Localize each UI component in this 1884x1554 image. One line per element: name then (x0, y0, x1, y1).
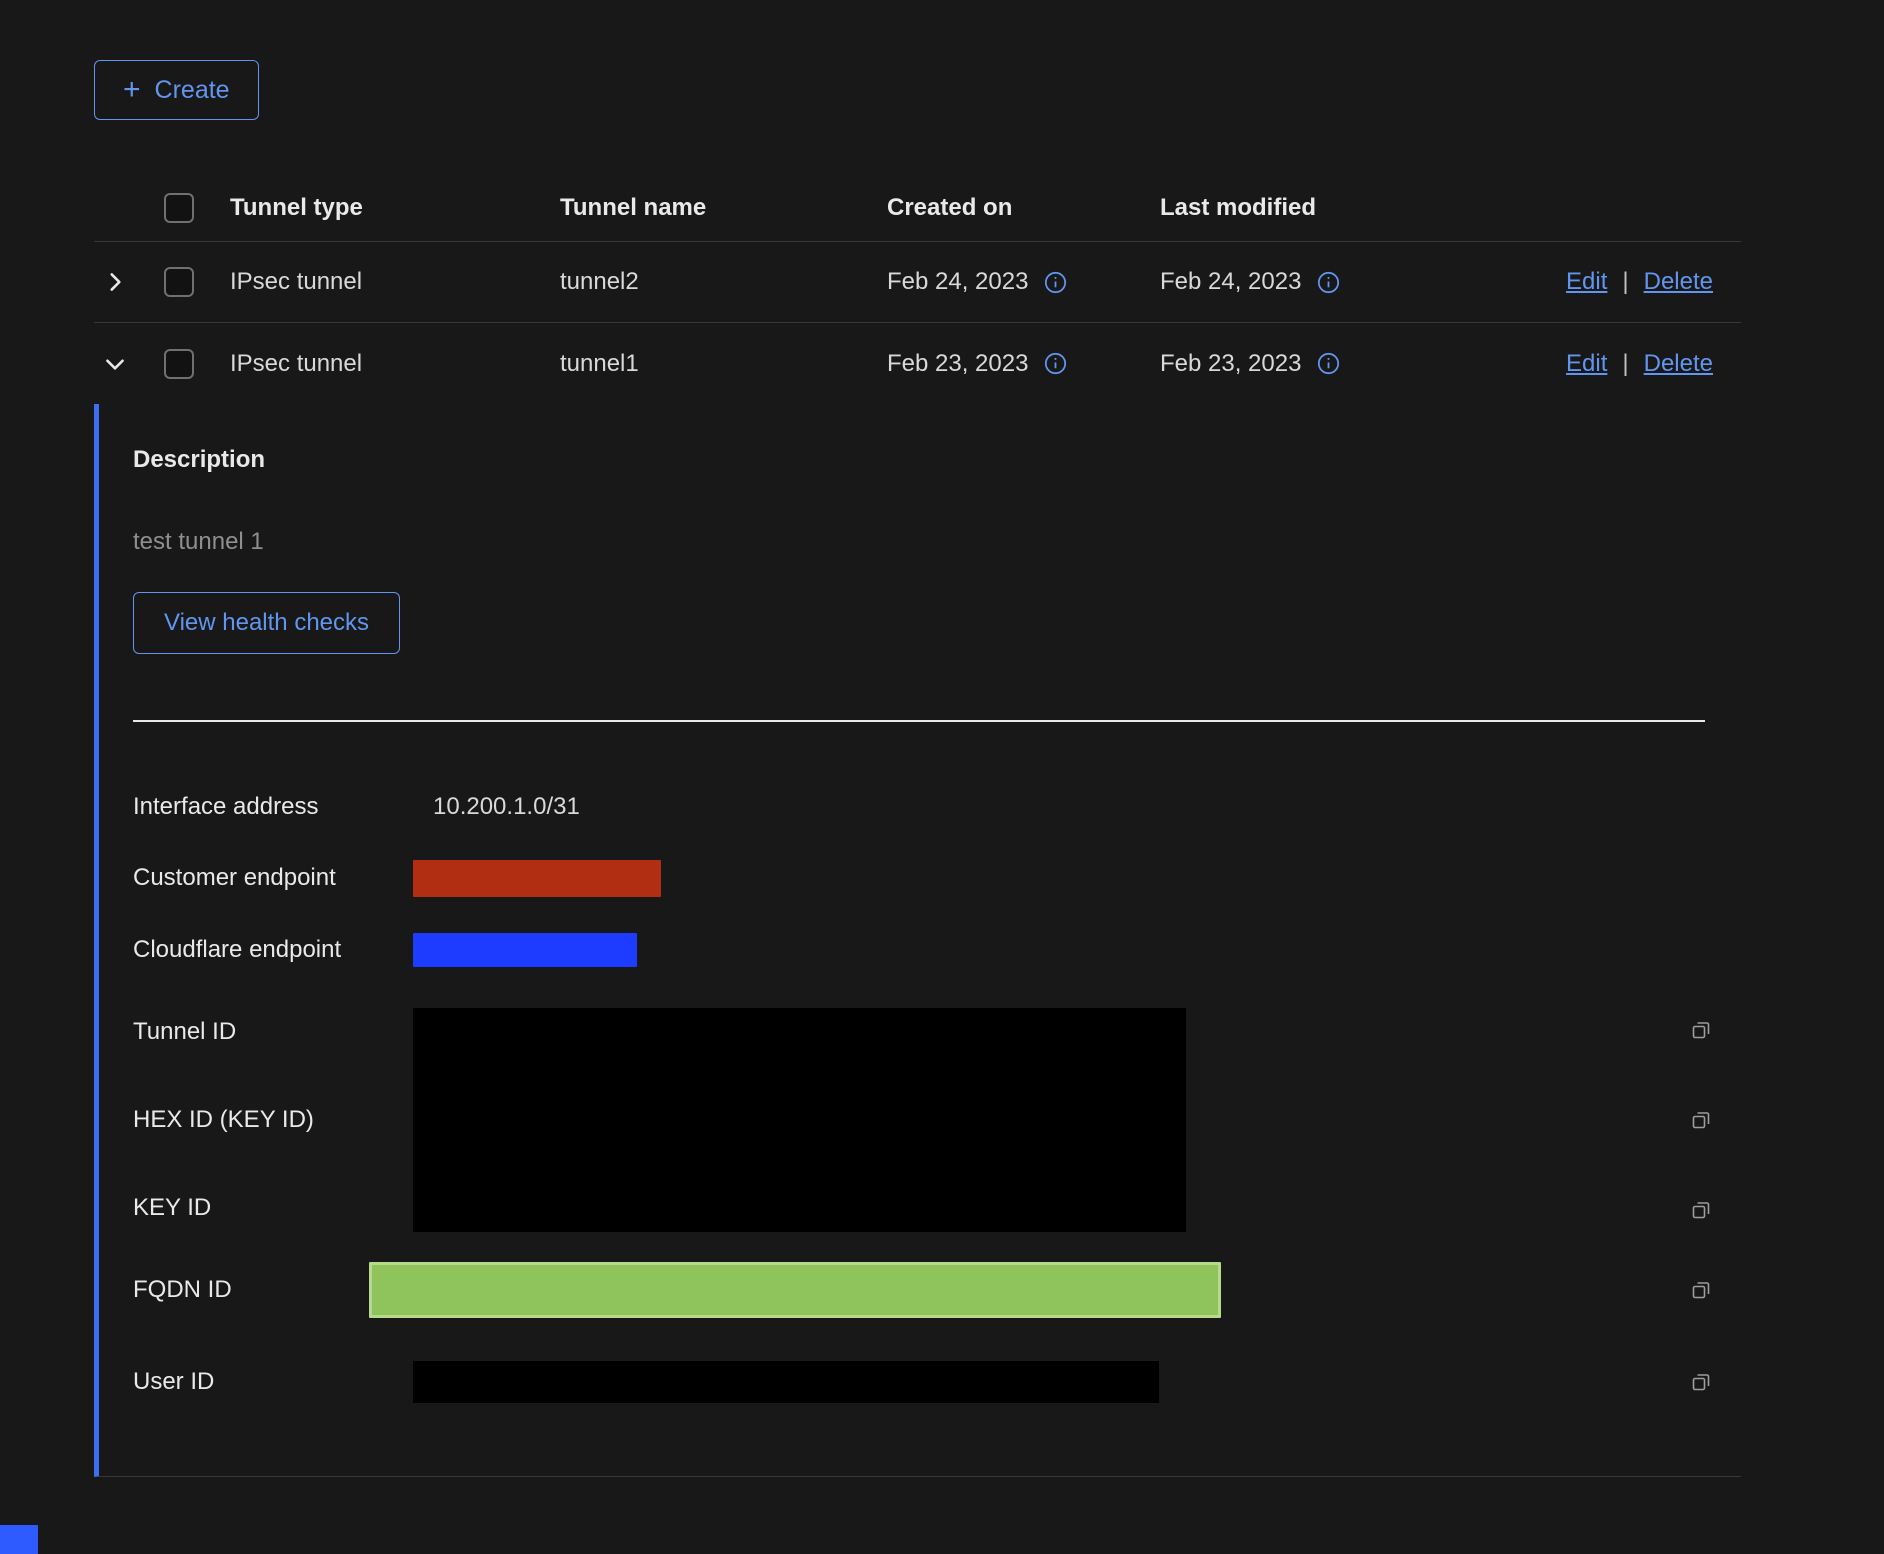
description-value: test tunnel 1 (133, 528, 1741, 556)
tunnel-id-label: Tunnel ID (133, 1018, 413, 1046)
action-separator: | (1622, 350, 1628, 378)
tunnels-page: + Create Tunnel type Tunnel name Created… (0, 0, 1884, 1554)
hex-id-label: HEX ID (KEY ID) (133, 1106, 413, 1134)
tunnel-name-cell: tunnel2 (560, 268, 887, 296)
delete-link[interactable]: Delete (1644, 268, 1713, 296)
tunnel-type-cell: IPsec tunnel (230, 268, 560, 296)
description-label: Description (133, 446, 1741, 474)
copy-icon[interactable] (1689, 1018, 1713, 1042)
user-id-label: User ID (133, 1368, 413, 1396)
delete-link[interactable]: Delete (1644, 350, 1713, 378)
tunnels-table: Tunnel type Tunnel name Created on Last … (94, 174, 1741, 1477)
expand-chevron-right-icon[interactable] (94, 269, 150, 295)
tunnel-ids-redacted-value (413, 1008, 1186, 1232)
header-last-modified: Last modified (1160, 194, 1511, 222)
tunnel-type-cell: IPsec tunnel (230, 350, 560, 378)
key-id-label: KEY ID (133, 1194, 413, 1222)
select-all-checkbox[interactable] (164, 193, 194, 223)
collapse-chevron-down-icon[interactable] (94, 351, 150, 377)
info-icon[interactable] (1043, 270, 1068, 295)
row-checkbox[interactable] (164, 349, 194, 379)
tunnel-detail-panel: Description test tunnel 1 View health ch… (94, 404, 1741, 1477)
copy-icon[interactable] (1689, 1108, 1713, 1132)
copy-icon[interactable] (1661, 1370, 1741, 1394)
interface-address-value: 10.200.1.0/31 (413, 793, 1661, 821)
customer-endpoint-redacted-value (413, 860, 661, 897)
user-id-redacted-value (413, 1361, 1159, 1403)
tunnel-ids-group: Tunnel ID HEX ID (KEY ID) KEY ID (133, 1008, 1741, 1232)
customer-endpoint-label: Customer endpoint (133, 864, 413, 892)
header-tunnel-type: Tunnel type (230, 194, 560, 222)
view-health-checks-button[interactable]: View health checks (133, 592, 400, 654)
interface-address-row: Interface address 10.200.1.0/31 (133, 772, 1741, 842)
last-modified-cell: Feb 23, 2023 (1160, 350, 1301, 378)
info-icon[interactable] (1316, 270, 1341, 295)
tunnel-name-cell: tunnel1 (560, 350, 887, 378)
customer-endpoint-row: Customer endpoint (133, 842, 1741, 914)
section-divider (133, 720, 1705, 722)
edit-link[interactable]: Edit (1566, 268, 1607, 296)
row-checkbox[interactable] (164, 267, 194, 297)
copy-icon[interactable] (1661, 1278, 1741, 1302)
create-button-label: Create (155, 76, 230, 105)
fqdn-id-row: FQDN ID (133, 1260, 1741, 1320)
user-id-row: User ID (133, 1352, 1741, 1412)
cloudflare-endpoint-redacted-value (413, 933, 637, 967)
plus-icon: + (123, 75, 141, 105)
create-button[interactable]: + Create (94, 60, 259, 120)
table-row: IPsec tunnel tunnel2 Feb 24, 2023 Feb 24… (94, 242, 1741, 323)
cloudflare-endpoint-row: Cloudflare endpoint (133, 914, 1741, 986)
fqdn-id-redacted-value (369, 1262, 1221, 1318)
last-modified-cell: Feb 24, 2023 (1160, 268, 1301, 296)
header-created-on: Created on (887, 194, 1160, 222)
copy-icon[interactable] (1689, 1198, 1713, 1222)
corner-accent (0, 1525, 38, 1554)
info-icon[interactable] (1316, 351, 1341, 376)
info-icon[interactable] (1043, 351, 1068, 376)
interface-address-label: Interface address (133, 793, 413, 821)
table-row: IPsec tunnel tunnel1 Feb 23, 2023 Feb 23… (94, 323, 1741, 404)
created-on-cell: Feb 23, 2023 (887, 350, 1028, 378)
created-on-cell: Feb 24, 2023 (887, 268, 1028, 296)
cloudflare-endpoint-label: Cloudflare endpoint (133, 936, 413, 964)
header-tunnel-name: Tunnel name (560, 194, 887, 222)
table-header-row: Tunnel type Tunnel name Created on Last … (94, 174, 1741, 242)
action-separator: | (1622, 268, 1628, 296)
edit-link[interactable]: Edit (1566, 350, 1607, 378)
